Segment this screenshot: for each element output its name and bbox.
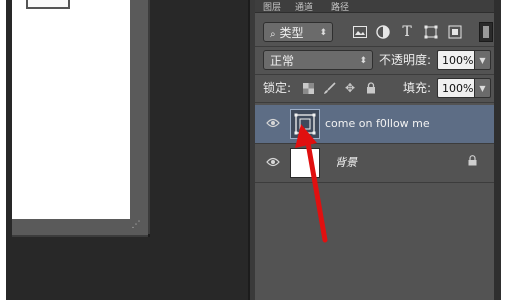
photoshop-window: ⋰ 图层 通道 路径 ⌕ 类型 ⬍ T 正常 ⬍ 不透明度: 100% ▼ 锁定… — [6, 0, 501, 300]
document-right-border — [130, 0, 150, 234]
bottom-margin — [0, 300, 507, 307]
document-top-edge — [26, 0, 70, 9]
red-arrow-annotation — [295, 124, 328, 243]
panel-scrollbar[interactable] — [494, 0, 501, 300]
document-canvas[interactable] — [12, 0, 130, 219]
resize-grip-icon[interactable]: ⋰ — [130, 219, 142, 231]
document-bottom-border — [12, 219, 148, 237]
canvas-area: ⋰ — [6, 0, 248, 300]
layers-panel: 图层 通道 路径 ⌕ 类型 ⬍ T 正常 ⬍ 不透明度: 100% ▼ 锁定: … — [255, 0, 501, 300]
